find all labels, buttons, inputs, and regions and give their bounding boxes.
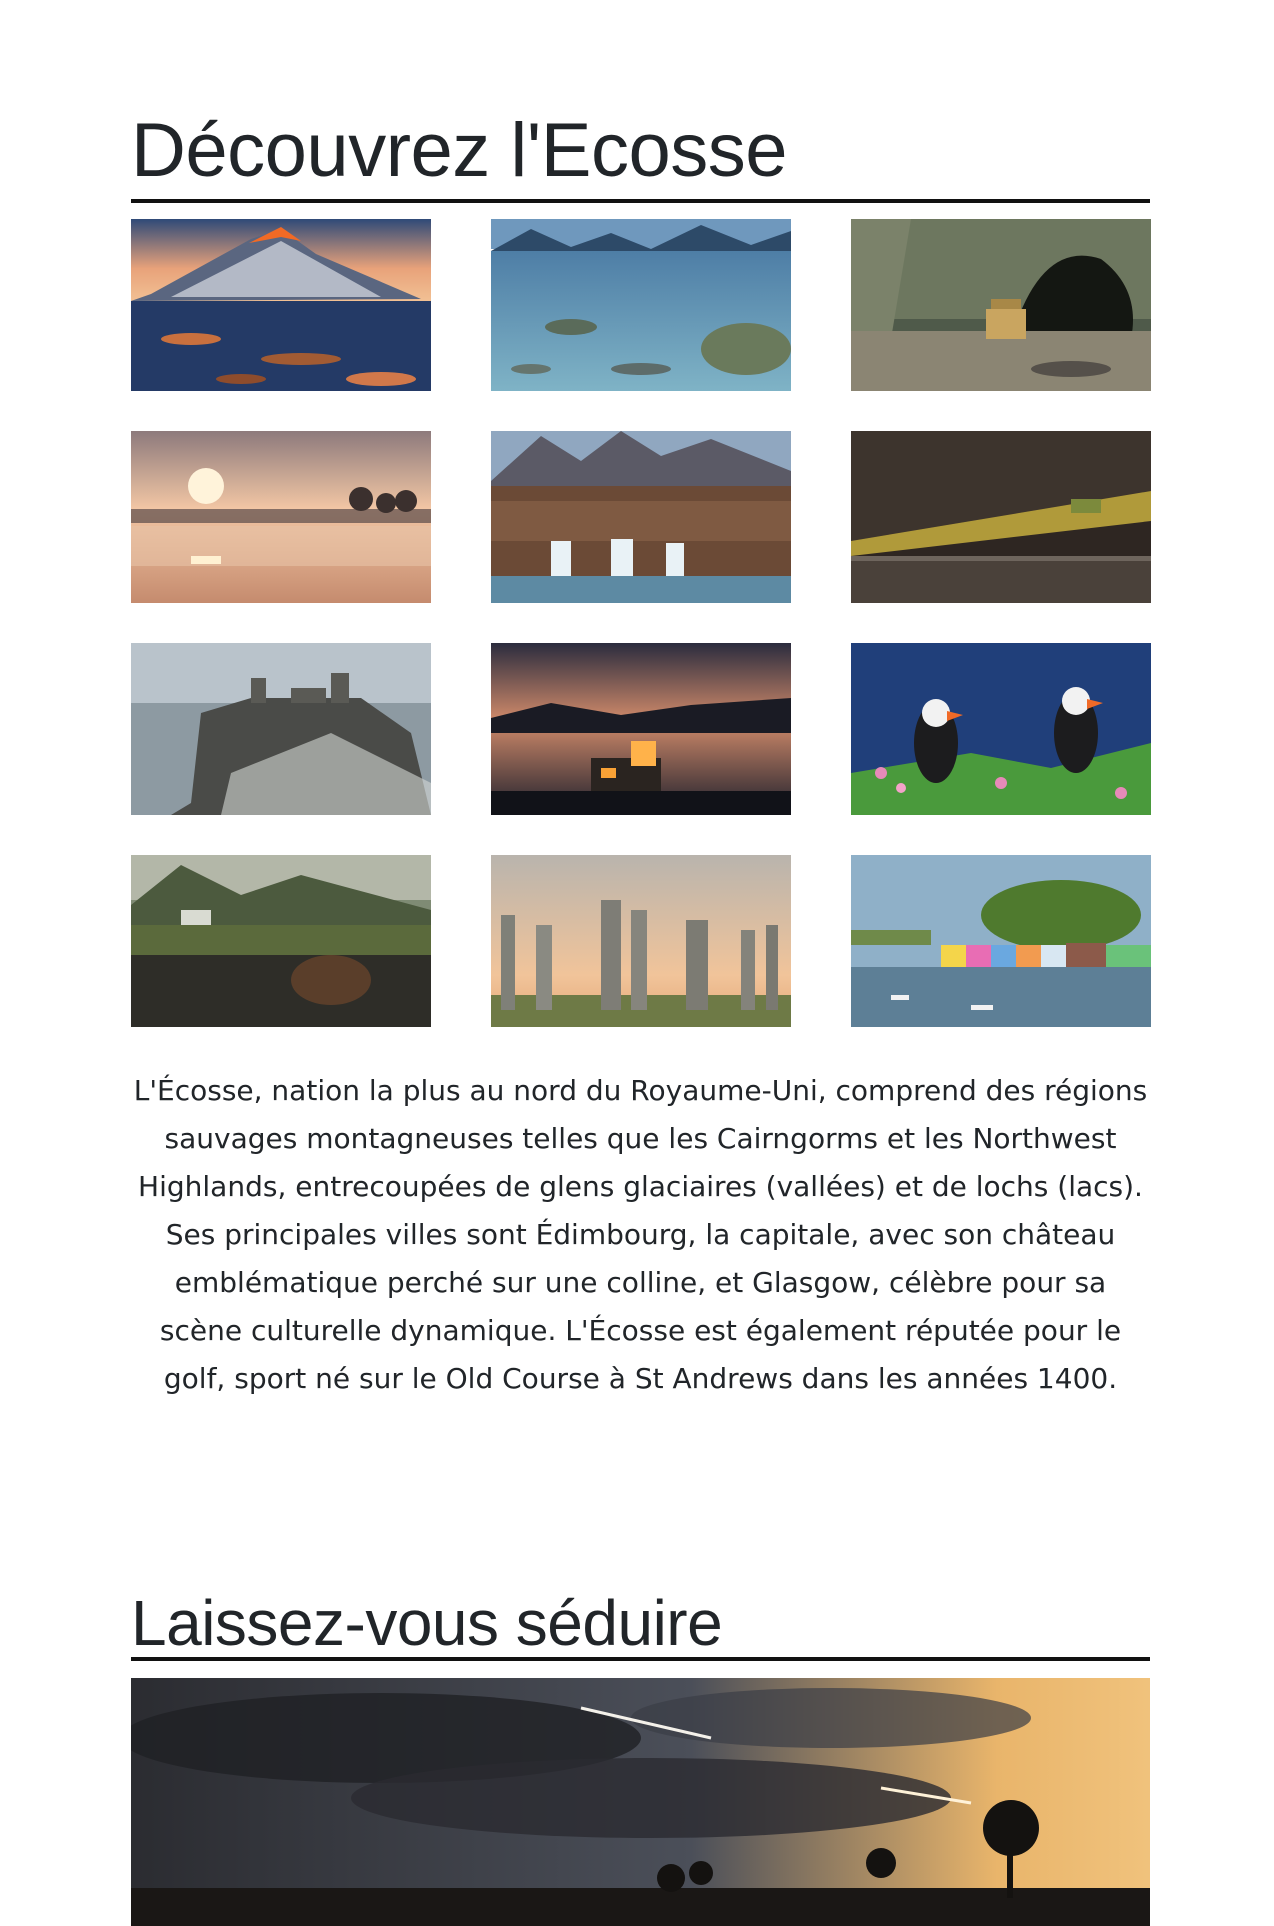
- misty-lake-sunrise-photo[interactable]: [131, 431, 431, 603]
- title-underline: [131, 199, 1150, 203]
- section-title-seduce: Laissez-vous séduire: [131, 1587, 723, 1659]
- puffins-photo[interactable]: [851, 643, 1151, 815]
- valley-road-photo[interactable]: [851, 431, 1151, 603]
- title-underline: [131, 1657, 1150, 1661]
- highland-sunset-sky-photo: [131, 1678, 1150, 1926]
- intro-paragraph: L'Écosse, nation la plus au nord du Roya…: [133, 1074, 1148, 1395]
- cliff-castle-ruin-photo[interactable]: [131, 643, 431, 815]
- page: Découvrez l'Ecosse L'Écosse, nation la p…: [0, 0, 1274, 1926]
- colorful-harbour-photo[interactable]: [851, 855, 1151, 1027]
- loch-shore-photo[interactable]: [491, 219, 791, 391]
- castle-at-dusk-photo[interactable]: [491, 643, 791, 815]
- sea-cave-photo[interactable]: [851, 219, 1151, 391]
- waterfall-glen-photo[interactable]: [491, 431, 791, 603]
- loch-castle-ruin-photo[interactable]: [131, 855, 431, 1027]
- mountain-sunset-photo[interactable]: [131, 219, 431, 391]
- standing-stones-photo[interactable]: [491, 855, 791, 1027]
- section-title-discover: Découvrez l'Ecosse: [131, 108, 788, 193]
- photo-gallery: [131, 219, 1151, 1027]
